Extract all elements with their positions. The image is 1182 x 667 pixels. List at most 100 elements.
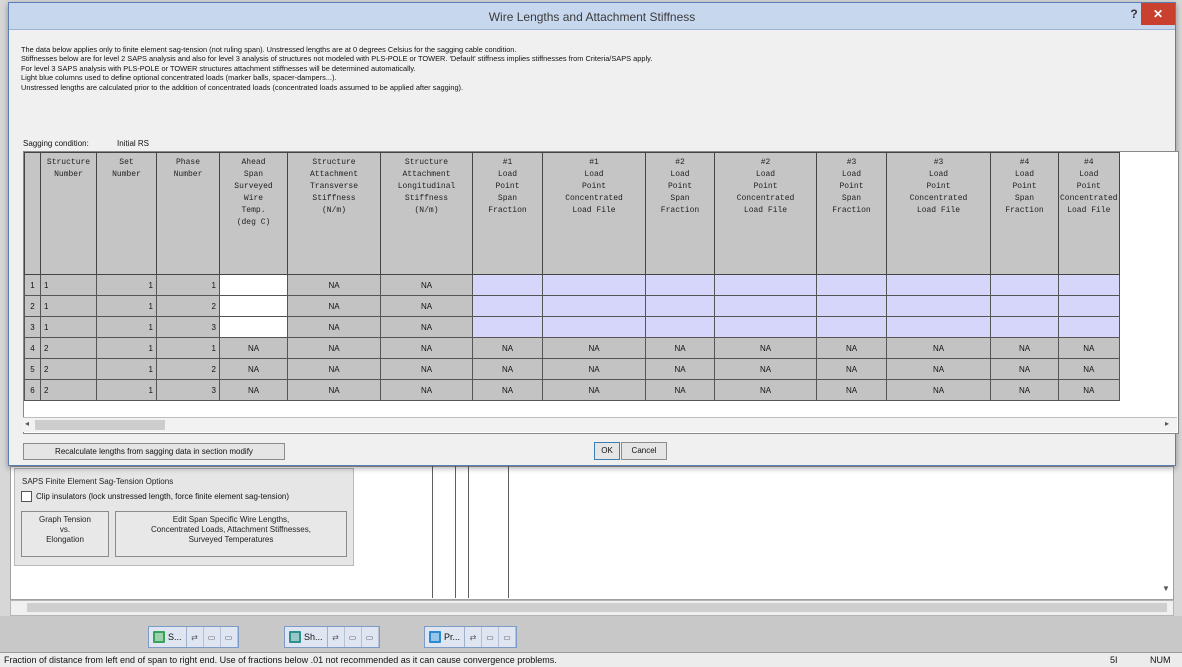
taskbar-window-icon[interactable]: ▭ <box>221 627 238 647</box>
table-cell[interactable] <box>472 295 543 317</box>
table-cell[interactable]: 1 <box>96 358 157 380</box>
taskbar-swap-icon[interactable]: ⇄ <box>465 627 483 647</box>
table-cell[interactable]: 1 <box>96 379 157 401</box>
table-cell[interactable] <box>886 316 991 338</box>
table-cell[interactable]: NA <box>886 358 991 380</box>
table-cell[interactable] <box>816 295 887 317</box>
table-row[interactable]: 2 1 1 2 NA NA <box>24 295 1120 317</box>
table-row[interactable]: 5 2 1 2 NA NA NA NA NA NA NA NA NA NA NA <box>24 358 1120 380</box>
background-horizontal-scrollbar[interactable] <box>10 600 1174 616</box>
taskbar-window-icon[interactable]: ▭ <box>362 627 379 647</box>
table-cell[interactable] <box>990 316 1059 338</box>
table-cell[interactable]: NA <box>645 337 715 359</box>
column-header[interactable]: #4 Load Point Concentrated Load File <box>1058 152 1120 275</box>
table-cell[interactable]: 2 <box>40 379 97 401</box>
table-cell[interactable] <box>886 295 991 317</box>
table-cell[interactable]: NA <box>380 274 473 296</box>
grid-horizontal-scrollbar[interactable]: ◂ ▸ <box>23 417 1177 432</box>
table-cell[interactable]: NA <box>380 316 473 338</box>
table-cell[interactable]: NA <box>714 379 817 401</box>
table-cell[interactable]: NA <box>219 379 288 401</box>
table-cell[interactable] <box>990 274 1059 296</box>
table-row[interactable]: 3 1 1 3 NA NA <box>24 316 1120 338</box>
row-header[interactable]: 4 <box>24 337 41 359</box>
table-cell[interactable] <box>645 316 715 338</box>
row-header[interactable]: 5 <box>24 358 41 380</box>
column-header[interactable]: Ahead Span Surveyed Wire Temp. (deg C) <box>219 152 288 275</box>
table-cell[interactable]: 1 <box>40 316 97 338</box>
table-cell[interactable]: NA <box>542 358 646 380</box>
table-cell[interactable]: NA <box>542 337 646 359</box>
taskbar-window-icon[interactable]: ▭ <box>204 627 221 647</box>
graph-tension-button[interactable]: Graph Tension vs. Elongation <box>21 511 109 557</box>
scroll-right-arrow-icon[interactable]: ▸ <box>1165 419 1169 428</box>
column-header[interactable]: Structure Attachment Transverse Stiffnes… <box>287 152 381 275</box>
scrollbar-thumb[interactable] <box>27 603 1167 612</box>
table-cell[interactable] <box>1058 295 1120 317</box>
taskbar-swap-icon[interactable]: ⇄ <box>328 627 345 647</box>
table-cell[interactable]: NA <box>472 337 543 359</box>
table-cell[interactable] <box>542 316 646 338</box>
table-cell[interactable]: 2 <box>156 295 220 317</box>
cancel-button[interactable]: Cancel <box>621 442 667 460</box>
table-cell[interactable]: 1 <box>156 274 220 296</box>
column-header[interactable]: Structure Attachment Longitudinal Stiffn… <box>380 152 473 275</box>
table-cell[interactable]: NA <box>990 379 1059 401</box>
table-cell[interactable] <box>816 316 887 338</box>
row-header[interactable]: 2 <box>24 295 41 317</box>
table-cell[interactable] <box>542 274 646 296</box>
column-header[interactable]: #1 Load Point Span Fraction <box>472 152 543 275</box>
taskbar-app-button[interactable]: Pr... <box>425 627 466 647</box>
table-cell[interactable] <box>542 295 646 317</box>
column-header[interactable]: #2 Load Point Span Fraction <box>645 152 715 275</box>
row-header[interactable]: 1 <box>24 274 41 296</box>
taskbar-window-group-1[interactable]: S... ⇄ ▭ ▭ <box>148 626 239 648</box>
table-cell[interactable]: NA <box>714 337 817 359</box>
table-cell[interactable] <box>645 274 715 296</box>
taskbar-app-button[interactable]: Sh... <box>285 627 328 647</box>
ok-button[interactable]: OK <box>594 442 620 460</box>
table-cell[interactable]: NA <box>816 337 887 359</box>
taskbar-window-group-3[interactable]: Pr... ⇄ ▭ ▭ <box>424 626 518 648</box>
column-header[interactable]: #1 Load Point Concentrated Load File <box>542 152 646 275</box>
table-cell[interactable]: NA <box>287 379 381 401</box>
table-cell[interactable]: NA <box>287 274 381 296</box>
table-cell[interactable]: NA <box>542 379 646 401</box>
table-cell[interactable] <box>472 316 543 338</box>
table-cell[interactable]: NA <box>816 379 887 401</box>
table-cell[interactable]: NA <box>1058 379 1120 401</box>
table-cell[interactable]: NA <box>287 358 381 380</box>
table-cell[interactable]: NA <box>714 358 817 380</box>
table-cell[interactable]: NA <box>380 337 473 359</box>
table-cell[interactable]: NA <box>219 358 288 380</box>
column-header[interactable]: #3 Load Point Concentrated Load File <box>886 152 991 275</box>
row-header[interactable]: 6 <box>24 379 41 401</box>
table-cell[interactable] <box>990 295 1059 317</box>
column-header[interactable]: #3 Load Point Span Fraction <box>816 152 887 275</box>
table-cell[interactable]: 1 <box>40 274 97 296</box>
table-cell[interactable]: NA <box>287 295 381 317</box>
taskbar-app-button[interactable]: S... <box>149 627 187 647</box>
row-header[interactable]: 3 <box>24 316 41 338</box>
table-cell[interactable] <box>1058 316 1120 338</box>
table-cell[interactable] <box>219 274 288 296</box>
column-header[interactable]: #4 Load Point Span Fraction <box>990 152 1059 275</box>
table-cell[interactable] <box>645 295 715 317</box>
taskbar-swap-icon[interactable]: ⇄ <box>187 627 204 647</box>
scroll-down-arrow-icon[interactable]: ▼ <box>1162 584 1170 593</box>
table-row[interactable]: 4 2 1 1 NA NA NA NA NA NA NA NA NA NA NA <box>24 337 1120 359</box>
table-cell[interactable]: 1 <box>96 295 157 317</box>
table-cell[interactable]: 1 <box>96 316 157 338</box>
table-cell[interactable] <box>816 274 887 296</box>
table-cell[interactable]: NA <box>380 295 473 317</box>
table-cell[interactable] <box>714 316 817 338</box>
help-button[interactable]: ? <box>1127 7 1141 23</box>
table-cell[interactable]: 2 <box>156 358 220 380</box>
table-cell[interactable]: NA <box>990 358 1059 380</box>
table-cell[interactable]: NA <box>287 316 381 338</box>
table-cell[interactable]: NA <box>886 379 991 401</box>
table-cell[interactable]: NA <box>1058 358 1120 380</box>
table-cell[interactable] <box>472 274 543 296</box>
table-cell[interactable]: 3 <box>156 379 220 401</box>
table-cell[interactable] <box>886 274 991 296</box>
